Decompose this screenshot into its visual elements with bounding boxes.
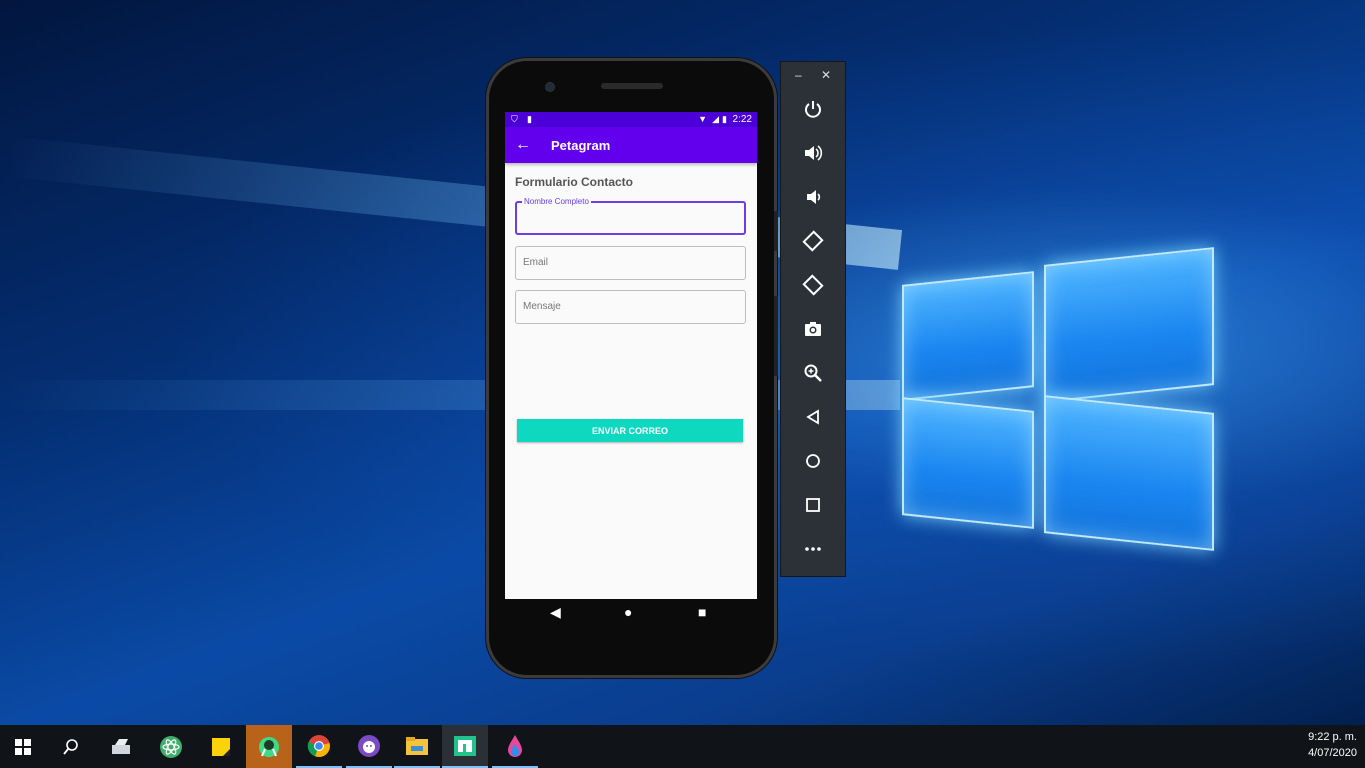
windows-logo-pane: [902, 397, 1034, 529]
volume-up-icon[interactable]: [797, 137, 829, 169]
sticky-notes-icon[interactable]: [198, 725, 244, 768]
android-studio-icon[interactable]: [246, 725, 292, 768]
full-name-field[interactable]: Nombre Completo: [515, 197, 746, 235]
close-button[interactable]: ✕: [821, 68, 831, 82]
volume-down-icon[interactable]: [797, 181, 829, 213]
chrome-icon[interactable]: [296, 725, 342, 768]
file-explorer-icon[interactable]: [394, 725, 440, 768]
sd-card-icon: ▮: [527, 114, 532, 124]
windows-logo-pane: [1044, 395, 1214, 551]
camera-icon[interactable]: [797, 313, 829, 345]
back-arrow-icon[interactable]: ←: [515, 136, 531, 154]
send-email-button[interactable]: ENVIAR CORREO: [517, 419, 743, 442]
app-title: Petagram: [551, 138, 611, 153]
windows-logo-pane: [1044, 247, 1214, 403]
nav-recents-icon[interactable]: ■: [698, 604, 706, 620]
message-field[interactable]: Mensaje: [515, 290, 746, 324]
rotate-right-icon[interactable]: [797, 269, 829, 301]
start-icon[interactable]: [0, 725, 46, 768]
earpiece-speaker: [601, 83, 663, 89]
form-title: Formulario Contacto: [515, 175, 634, 189]
app-bar: ← Petagram: [505, 127, 757, 163]
android-emulator-device: ⛉ ▮ ▼ ◢ ▮ 2:22 ← Petagram Formulario Con…: [489, 61, 778, 675]
clock-time: 9:22 p. m.: [1308, 731, 1357, 743]
email-placeholder: Email: [523, 257, 549, 268]
github-desktop-icon[interactable]: [346, 725, 392, 768]
battery-icon: ▮: [722, 114, 727, 124]
back-icon[interactable]: [797, 401, 829, 433]
nav-home-icon[interactable]: ●: [624, 604, 632, 620]
app-icon[interactable]: [442, 725, 488, 768]
message-placeholder: Mensaje: [523, 301, 561, 312]
status-bar: ⛉ ▮ ▼ ◢ ▮ 2:22: [505, 112, 757, 127]
shield-icon: ⛉: [511, 114, 518, 124]
power-side-button[interactable]: [774, 296, 778, 376]
signal-icon: ◢: [712, 114, 719, 124]
home-icon[interactable]: [797, 445, 829, 477]
more-icon[interactable]: [797, 533, 829, 565]
rotate-left-icon[interactable]: [797, 225, 829, 257]
minimize-button[interactable]: –: [795, 68, 802, 82]
wifi-icon: ▼: [698, 114, 707, 124]
scanner-app-icon[interactable]: [98, 725, 144, 768]
windows-taskbar: 9:22 p. m. 4/07/2020: [0, 725, 1365, 768]
power-icon[interactable]: [797, 93, 829, 125]
emulator-toolbar: – ✕: [780, 61, 846, 577]
paint-drop-icon[interactable]: [492, 725, 538, 768]
zoom-icon[interactable]: [797, 357, 829, 389]
email-field[interactable]: Email: [515, 246, 746, 280]
system-clock[interactable]: 9:22 p. m. 4/07/2020: [1308, 729, 1357, 761]
overview-icon[interactable]: [797, 489, 829, 521]
atom-app-icon[interactable]: [148, 725, 194, 768]
nav-back-icon[interactable]: ◀: [550, 604, 561, 621]
status-time: 2:22: [732, 114, 752, 125]
windows-logo-pane: [902, 271, 1034, 401]
volume-side-button[interactable]: [774, 211, 778, 251]
device-screen: ⛉ ▮ ▼ ◢ ▮ 2:22 ← Petagram Formulario Con…: [505, 112, 757, 599]
front-camera: [545, 82, 555, 92]
clock-date: 4/07/2020: [1308, 747, 1357, 759]
android-nav-bar: ◀ ● ■: [505, 599, 757, 629]
full-name-label: Nombre Completo: [522, 197, 591, 206]
search-icon[interactable]: [48, 725, 94, 768]
